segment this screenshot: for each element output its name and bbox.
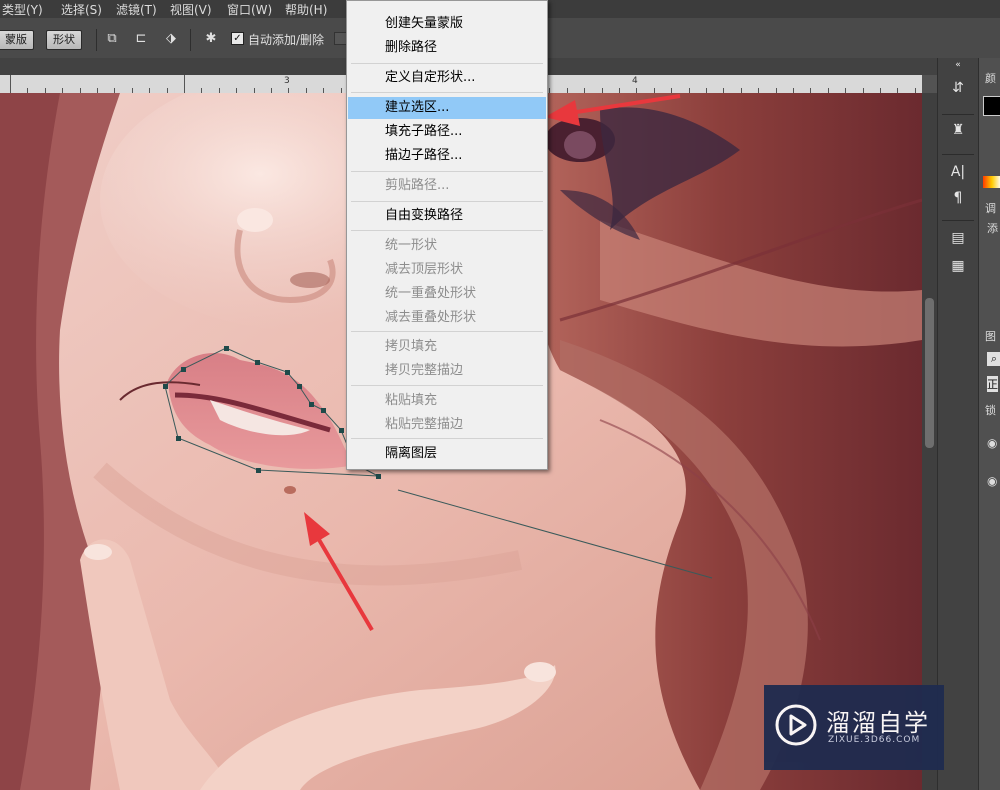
menu-separator [351,230,543,231]
context-menu-item: 减去重叠处形状 [385,310,477,325]
auto-add-delete-checkbox[interactable]: ✓ [231,32,244,45]
menu-separator [351,92,543,93]
path-context-menu: 创建矢量蒙版 删除路径定义自定形状... 建立选区... 填充子路径... 描边子路径.… [346,0,548,470]
context-menu-item: 粘贴填充 [385,393,438,408]
ruler-tick [10,75,11,93]
watermark: 溜溜自学 ZIXUE.3D66.COM [764,685,944,770]
menu-separator [351,171,543,172]
ruler-label: 4 [632,76,638,86]
foreground-color-swatch[interactable] [983,96,1000,116]
separator [190,29,191,51]
menu-separator [351,385,543,386]
mask-button[interactable]: 蒙版 [0,30,34,50]
menu-filter[interactable]: 滤镜(T) [116,1,157,18]
context-menu-item[interactable]: 建立选区... [348,97,546,119]
context-menu-item[interactable]: 定义自定形状... [348,67,546,89]
watermark-title: 溜溜自学 [826,709,930,737]
panel-dock-icons: « ⇵ ♜ A| ¶ ▤ ▦ [937,58,978,790]
menu-window[interactable]: 窗口(W) [227,1,272,18]
menu-view[interactable]: 视图(V) [170,1,212,18]
auto-add-delete-label: 自动添加/删除 [248,33,325,47]
menu-type[interactable]: 类型(Y) [2,1,43,18]
visibility-eye-icon[interactable]: ◉ [987,436,997,450]
path-alignment-icon[interactable]: ⊏ [133,31,149,47]
brush-preset-icon[interactable]: ♜ [948,120,968,140]
watermark-subtitle: ZIXUE.3D66.COM [828,735,921,745]
ruler-tick [184,75,185,93]
scrollbar-thumb[interactable] [925,298,934,448]
shape-button[interactable]: 形状 [46,30,82,50]
add-adjustment-label: 添 [987,222,998,235]
context-menu-item[interactable]: 删除路径 [348,37,546,59]
menu-separator [351,201,543,202]
panel-strip: 颜 调 添 图 ⌕ 正 锁 ◉ ◉ [978,58,1000,790]
history-icon[interactable]: ⇵ [948,78,968,98]
path-arrangement-icon[interactable]: ⬗ [163,31,179,47]
context-menu-item: 粘贴完整描边 [385,417,464,432]
context-menu-item: 拷贝完整描边 [385,363,464,378]
color-panel-label: 颜 [985,72,996,85]
play-logo-icon [775,704,817,746]
menu-help[interactable]: 帮助(H) [285,1,327,18]
menu-separator [351,331,543,332]
path-operations-icon[interactable]: ⧉ [104,31,120,47]
collapse-panels-icon[interactable]: « [948,58,968,72]
gear-icon[interactable]: ✱ [203,31,219,47]
context-menu-item: 减去顶层形状 [385,262,464,277]
context-menu-item: 统一重叠处形状 [385,286,477,301]
separator [96,29,97,51]
menu-select[interactable]: 选择(S) [61,1,102,18]
character-icon[interactable]: A| [948,162,968,182]
notes-icon[interactable]: ▦ [948,256,968,276]
context-menu-item[interactable]: 创建矢量蒙版 [348,13,546,35]
context-menu-item: 统一形状 [385,238,438,253]
context-menu-item: 剪贴路径... [385,178,450,193]
context-menu-item[interactable]: 隔离图层 [348,443,546,465]
ruler-label: 3 [284,76,290,86]
context-menu-item[interactable]: 填充子路径... [348,121,546,143]
divider [942,154,974,155]
layers-panel-label: 图 [985,330,996,343]
lock-label: 锁 [985,404,996,417]
menu-separator [351,438,543,439]
adjustments-panel-label: 调 [985,202,996,215]
context-menu-item[interactable]: 自由变换路径 [348,205,546,227]
divider [942,114,974,115]
divider [942,220,974,221]
context-menu-item[interactable]: 描边子路径... [348,145,546,167]
properties-icon[interactable]: ▤ [948,228,968,248]
blend-mode-select[interactable]: 正 [987,376,998,392]
menu-separator [351,63,543,64]
paragraph-icon[interactable]: ¶ [948,188,968,208]
visibility-eye-icon[interactable]: ◉ [987,474,997,488]
color-ramp[interactable] [983,176,1000,188]
search-icon[interactable]: ⌕ [987,352,1000,366]
context-menu-item: 拷贝填充 [385,339,438,354]
